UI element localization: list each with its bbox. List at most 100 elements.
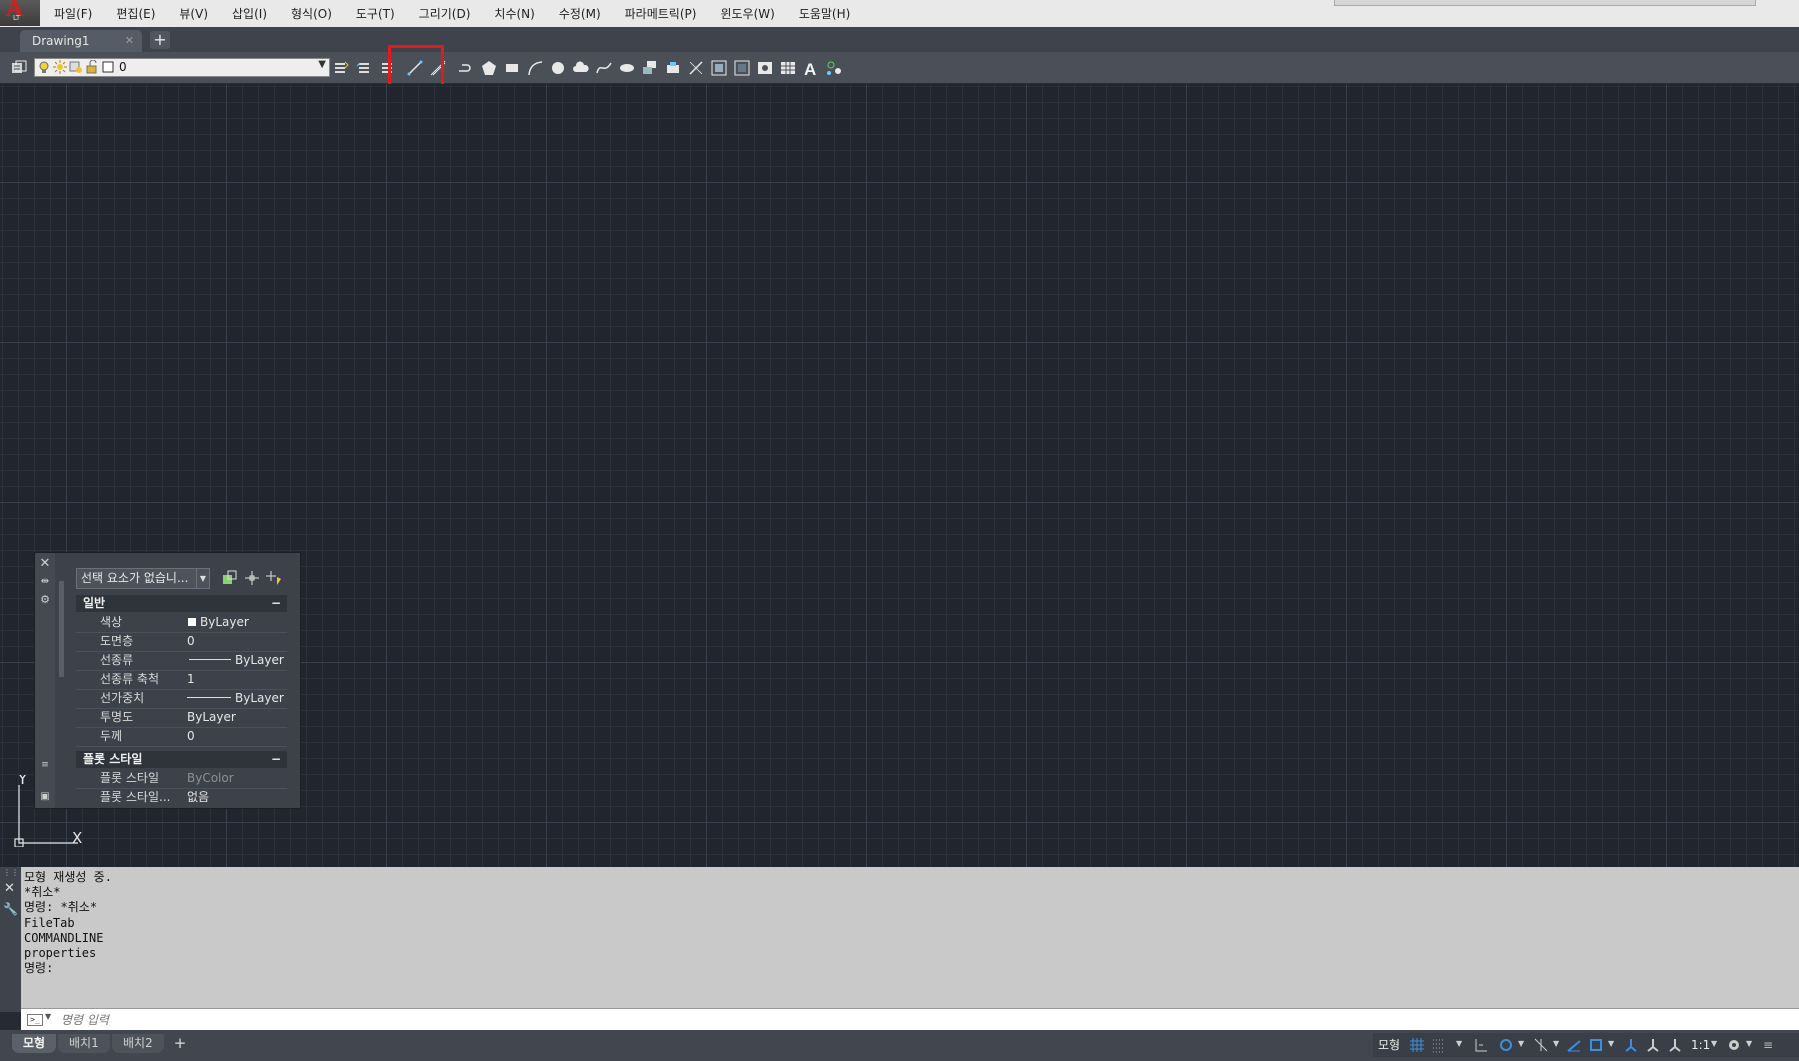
annotation-scale-icon[interactable] (1667, 1037, 1683, 1053)
rectangle-button[interactable] (503, 59, 521, 77)
layout-tab-model[interactable]: 모형 (12, 1034, 57, 1053)
snap-icon[interactable] (1431, 1037, 1447, 1053)
chevron-down-icon[interactable]: ▼ (1711, 1039, 1717, 1048)
property-row-plot-style-table[interactable]: 플롯 스타일... 없음 (76, 788, 287, 807)
polar-tracking-icon[interactable] (1566, 1037, 1582, 1053)
chevron-down-icon: ▼ (318, 59, 326, 70)
select-objects-icon (245, 571, 259, 585)
layer-properties-icon (12, 60, 27, 73)
auto-hide-icon[interactable]: ⇹ (38, 575, 52, 589)
sun-icon (53, 60, 67, 74)
palette-title-bar[interactable]: ✕ ⇹ ⚙ ≡ ▣ (35, 553, 55, 808)
layer-dropdown[interactable]: 0 ▼ (34, 58, 330, 77)
menu-view[interactable]: 뷰(V) (167, 0, 220, 26)
isometric-drafting-icon[interactable] (1533, 1037, 1549, 1053)
spline-button[interactable] (595, 59, 613, 77)
infer-constraints-icon[interactable] (1473, 1037, 1489, 1053)
grid-icon[interactable] (1409, 1037, 1425, 1053)
menu-insert[interactable]: 삽입(I) (220, 0, 279, 26)
layer-previous-button[interactable] (355, 59, 373, 77)
collapse-icon[interactable]: − (271, 595, 281, 612)
region-button[interactable] (756, 59, 774, 77)
polyline-button[interactable] (457, 59, 475, 77)
gradient-button[interactable] (733, 59, 751, 77)
toggle-pickadd-button[interactable] (221, 569, 239, 587)
property-row-thickness[interactable]: 두께 0 (76, 727, 287, 747)
chevron-down-icon[interactable]: ▼ (1456, 1039, 1462, 1048)
close-icon[interactable]: ✕ (4, 881, 15, 896)
object-snap-icon[interactable] (1588, 1037, 1604, 1053)
property-row-layer[interactable]: 도면층 0 (76, 632, 287, 652)
command-input[interactable] (57, 1009, 1765, 1031)
file-tab-drawing1[interactable]: Drawing1 ✕ (20, 30, 142, 52)
annotation-scale-value[interactable]: 1:1 (1691, 1036, 1710, 1054)
revision-cloud-button[interactable] (572, 59, 590, 77)
dynamic-input-icon[interactable] (1498, 1037, 1514, 1053)
property-row-linetype-scale[interactable]: 선종류 축척 1 (76, 670, 287, 690)
model-space-button[interactable]: 모형 (1378, 1036, 1400, 1054)
insert-block-button[interactable] (641, 59, 659, 77)
quick-select-button[interactable] (265, 569, 283, 587)
auto-scale-icon[interactable] (1645, 1037, 1661, 1053)
grip-icon[interactable]: ⋮⋮ (3, 869, 19, 877)
palette-scrollbar[interactable] (59, 581, 64, 677)
properties-palette: ✕ ⇹ ⚙ ≡ ▣ 선택 요소가 없습니... ▼ 일반 − 색상 ByLaye… (34, 552, 301, 809)
menu-modify[interactable]: 수정(M) (547, 0, 613, 26)
polygon-button[interactable] (480, 59, 498, 77)
property-row-transparency[interactable]: 투명도 ByLayer (76, 708, 287, 728)
menu-help[interactable]: 도움말(H) (787, 0, 863, 26)
property-row-linetype[interactable]: 선종류 ByLayer (76, 651, 287, 671)
selection-dropdown[interactable]: 선택 요소가 없습니... ▼ (76, 568, 210, 589)
property-row-plot-style[interactable]: 플롯 스타일 ByColor (76, 769, 287, 789)
layout-tab-layout1[interactable]: 배치1 (58, 1034, 110, 1053)
multiline-text-button[interactable]: A (802, 59, 820, 77)
collapse-icon[interactable]: − (271, 751, 281, 768)
palette-settings-icon[interactable]: ⚙ (38, 593, 52, 607)
hatch-button[interactable] (710, 59, 728, 77)
chevron-down-icon[interactable]: ▼ (45, 1012, 51, 1021)
wrench-icon[interactable]: 🔧 (3, 902, 18, 916)
command-window-handle[interactable]: ⋮⋮ ✕ 🔧 (0, 867, 21, 1012)
ellipse-button[interactable] (618, 59, 636, 77)
add-layout-button[interactable]: + (170, 1034, 190, 1053)
menu-draw[interactable]: 그리기(D) (407, 0, 483, 26)
chevron-down-icon[interactable]: ▼ (1746, 1039, 1752, 1048)
close-icon[interactable]: ✕ (38, 557, 52, 571)
new-tab-button[interactable]: + (150, 31, 170, 49)
chevron-down-icon[interactable]: ▼ (1518, 1039, 1524, 1048)
menu-dimension[interactable]: 치수(N) (482, 0, 546, 26)
menu-file[interactable]: 파일(F) (42, 0, 104, 26)
chevron-down-icon[interactable]: ▼ (1608, 1039, 1614, 1048)
make-current-layer-button[interactable] (332, 59, 350, 77)
table-button[interactable] (779, 59, 797, 77)
annotation-visibility-icon[interactable] (1623, 1037, 1639, 1053)
select-objects-button[interactable] (243, 569, 261, 587)
property-row-lineweight[interactable]: 선가중치 ByLayer (76, 689, 287, 709)
insert-block-icon (643, 61, 656, 74)
section-plot-style[interactable]: 플롯 스타일 − (76, 751, 287, 768)
menu-tools[interactable]: 도구(T) (344, 0, 407, 26)
point-button[interactable] (687, 59, 705, 77)
menu-format[interactable]: 형식(O) (279, 0, 344, 26)
customization-icon[interactable]: ≡ (1763, 1036, 1773, 1054)
history-line: COMMANDLINE (24, 930, 104, 945)
application-menu-button[interactable]: A LT (0, 0, 40, 26)
property-row-color[interactable]: 색상 ByLayer (76, 613, 287, 633)
circle-button[interactable] (549, 59, 567, 77)
layout-tab-layout2[interactable]: 배치2 (112, 1034, 164, 1053)
menu-parametric[interactable]: 파라메트릭(P) (613, 0, 709, 26)
menu-edit[interactable]: 편집(E) (104, 0, 167, 26)
arc-button[interactable] (526, 59, 544, 77)
close-tab-icon[interactable]: ✕ (125, 30, 134, 52)
command-prompt-icon[interactable]: >_ (27, 1014, 43, 1026)
section-general[interactable]: 일반 − (76, 595, 287, 612)
make-object-layer-current-icon (335, 61, 349, 73)
chevron-down-icon[interactable]: ▼ (1553, 1039, 1559, 1048)
search-box[interactable] (1334, 0, 1756, 6)
gear-icon[interactable] (1726, 1037, 1742, 1053)
layer-properties-button[interactable] (10, 59, 28, 77)
make-block-button[interactable] (664, 59, 682, 77)
circle-icon (552, 62, 564, 74)
menu-window[interactable]: 윈도우(W) (708, 0, 786, 26)
add-selected-button[interactable] (825, 59, 843, 77)
